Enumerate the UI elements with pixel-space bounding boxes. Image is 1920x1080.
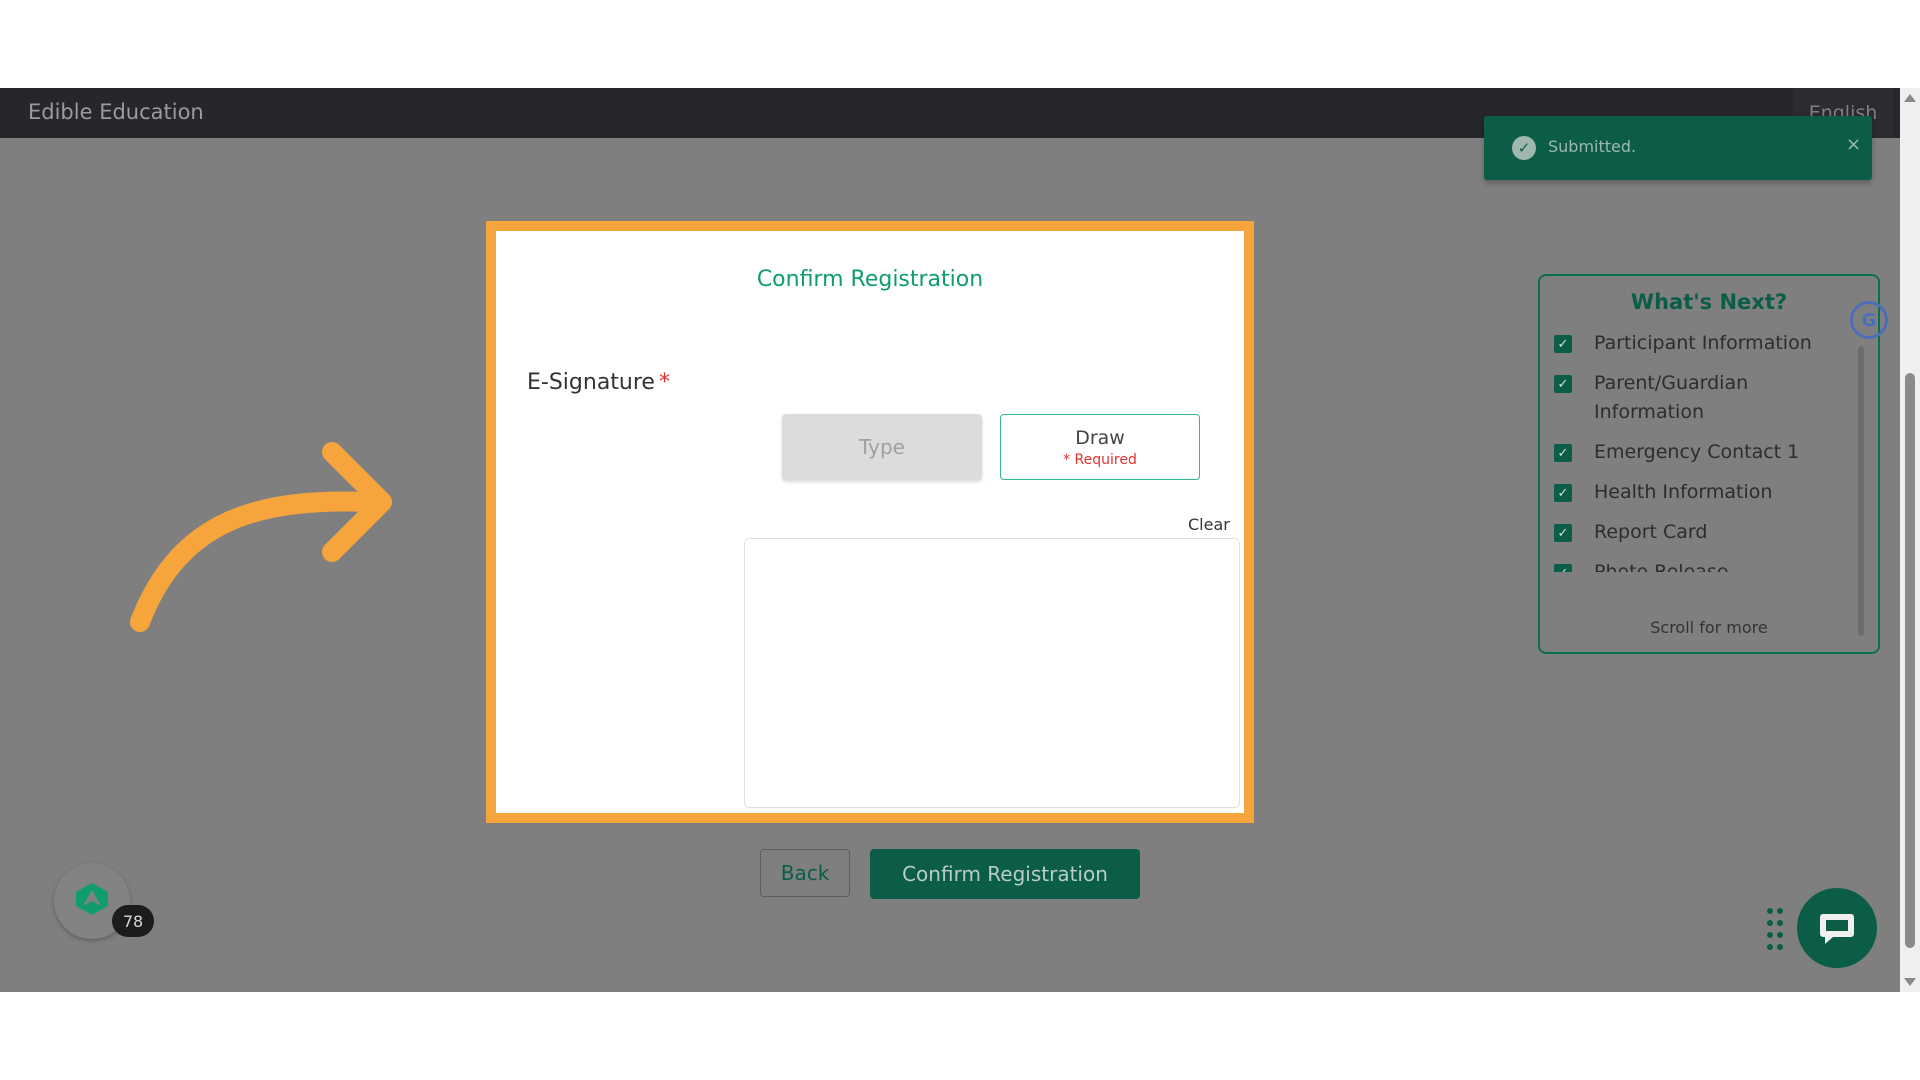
confirm-registration-button[interactable]: Confirm Registration xyxy=(870,849,1140,899)
app-window: Edible Education English Confirm Registr… xyxy=(0,88,1920,992)
next-step-label: Emergency Contact 1 xyxy=(1594,441,1800,463)
grip-dot xyxy=(1777,932,1783,938)
draw-required-note: * Required xyxy=(1063,451,1137,468)
scroll-down-icon[interactable] xyxy=(1904,978,1916,986)
modal-highlight-frame: Confirm Registration E-Signature * Type D… xyxy=(486,221,1254,823)
next-step-item[interactable]: ✓ Emergency Contact 1 xyxy=(1554,441,1854,467)
checkbox-checked-icon: ✓ xyxy=(1554,375,1572,393)
next-step-item[interactable]: ✓ Report Card xyxy=(1554,521,1854,547)
next-step-item[interactable]: ✓ Health Information xyxy=(1554,481,1854,507)
notification-badge: 78 xyxy=(112,905,154,937)
esignature-label-text: E-Signature xyxy=(527,370,655,395)
signature-pad[interactable] xyxy=(744,538,1240,808)
grip-dot xyxy=(1767,908,1773,914)
toast-message: Submitted. xyxy=(1548,137,1637,156)
checkbox-checked-icon: ✓ xyxy=(1554,524,1572,542)
draw-button-label: Draw xyxy=(1075,426,1125,449)
next-step-label: Parent/Guardian Information xyxy=(1594,372,1749,423)
scroll-for-more-hint: Scroll for more xyxy=(1650,618,1768,637)
next-step-label: Participant Information xyxy=(1594,332,1812,354)
panel-scrollbar[interactable] xyxy=(1858,346,1864,636)
grip-dot xyxy=(1777,920,1783,926)
next-step-label: Report Card xyxy=(1594,521,1708,543)
chat-bubble-icon xyxy=(1820,914,1854,944)
scroll-thumb[interactable] xyxy=(1905,373,1915,948)
curved-arrow-icon xyxy=(130,442,392,632)
esignature-label: E-Signature * xyxy=(527,370,670,395)
grip-dot xyxy=(1777,944,1783,950)
next-step-item[interactable]: ✓ Participant Information xyxy=(1554,332,1854,358)
whats-next-title: What's Next? xyxy=(1630,290,1788,314)
next-step-item[interactable]: ✓ Parent/Guardian Information xyxy=(1554,372,1854,427)
next-step-item[interactable]: ✓ Photo Release xyxy=(1554,561,1854,572)
checkbox-checked-icon: ✓ xyxy=(1554,335,1572,353)
checkbox-checked-icon: ✓ xyxy=(1554,484,1572,502)
whats-next-panel: What's Next? ✓ Participant Information ✓ Pa… xyxy=(1538,274,1880,654)
submitted-toast: ✓ Submitted. × xyxy=(1484,116,1872,180)
grip-dot xyxy=(1767,932,1773,938)
grip-dot xyxy=(1777,908,1783,914)
clear-signature-link[interactable]: Clear xyxy=(1188,515,1230,534)
modal-title: Confirm Registration xyxy=(756,267,984,292)
scroll-up-icon[interactable] xyxy=(1904,94,1916,102)
type-signature-button[interactable]: Type xyxy=(782,414,982,480)
close-icon[interactable]: × xyxy=(1846,134,1861,155)
checkbox-checked-icon: ✓ xyxy=(1554,444,1572,462)
brand-name: Edible Education xyxy=(28,100,204,124)
back-button[interactable]: Back xyxy=(760,849,850,897)
chat-button[interactable] xyxy=(1797,888,1877,968)
required-star: * xyxy=(658,370,670,395)
whats-next-list[interactable]: ✓ Participant Information ✓ Parent/Guardian… xyxy=(1554,332,1854,572)
grip-dot xyxy=(1767,944,1773,950)
next-step-label: Health Information xyxy=(1594,481,1773,503)
page-scrollbar[interactable] xyxy=(1900,88,1920,992)
app-logo-icon xyxy=(76,883,108,915)
grammar-assistant-icon[interactable]: G xyxy=(1850,301,1888,339)
draw-signature-button[interactable]: Draw * Required xyxy=(1000,414,1200,480)
grip-dot xyxy=(1767,920,1773,926)
next-step-label: Photo Release xyxy=(1594,561,1729,572)
check-circle-icon: ✓ xyxy=(1512,136,1536,160)
checkbox-checked-icon: ✓ xyxy=(1554,564,1572,572)
drag-handle-icon[interactable] xyxy=(1767,908,1783,952)
confirm-registration-modal: Confirm Registration E-Signature * Type D… xyxy=(496,231,1244,813)
